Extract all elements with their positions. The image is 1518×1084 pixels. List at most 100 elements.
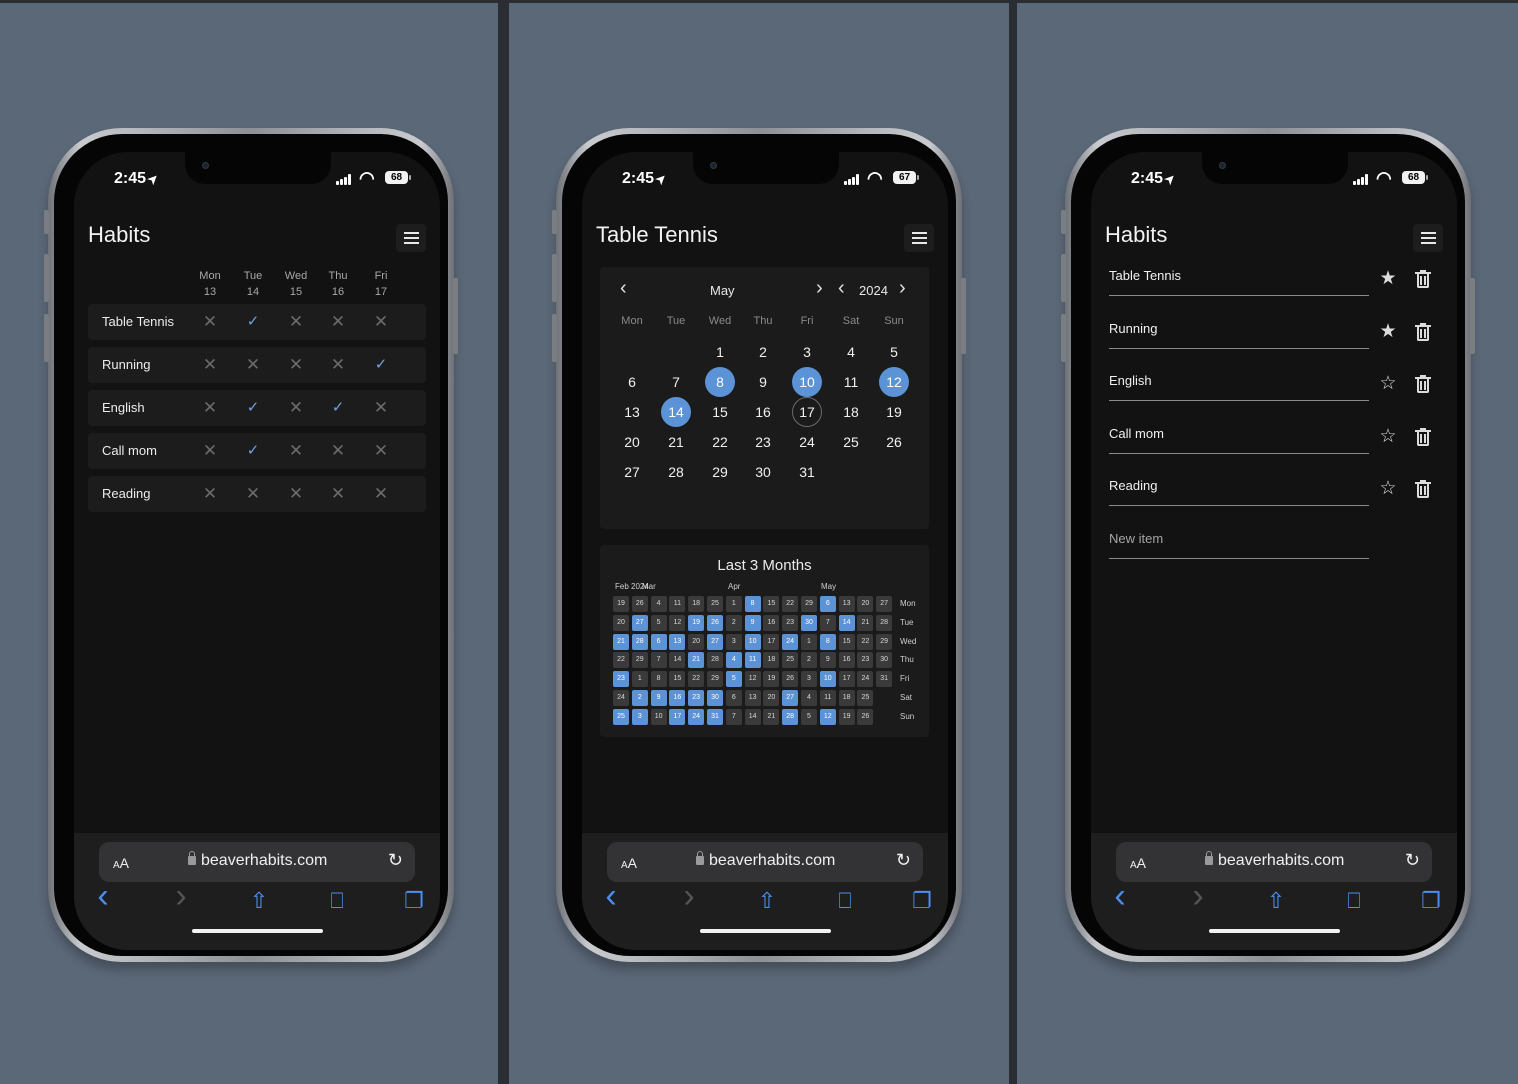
cross-icon[interactable]: ✕ — [286, 484, 306, 504]
calendar-day[interactable]: 18 — [836, 397, 866, 427]
calendar-day[interactable]: 14 — [661, 397, 691, 427]
reader-settings-button[interactable]: AA — [621, 855, 637, 871]
new-item-field[interactable]: New item — [1109, 529, 1369, 559]
heatmap-cell[interactable]: 20 — [688, 633, 705, 650]
address-bar[interactable]: AA beaverhabits.com ↻ — [99, 842, 415, 882]
trash-icon[interactable] — [1415, 322, 1431, 341]
heatmap-cell[interactable]: 1 — [725, 596, 742, 612]
heatmap-cell[interactable]: 18 — [838, 690, 855, 706]
cross-icon[interactable]: ✕ — [200, 312, 220, 332]
heatmap-cell[interactable]: 2 — [725, 614, 742, 631]
habit-name[interactable]: Call mom — [102, 443, 157, 458]
calendar-day[interactable]: 22 — [705, 427, 735, 457]
heatmap-cell[interactable]: 27 — [876, 596, 893, 612]
heatmap-cell[interactable]: 11 — [744, 652, 761, 669]
calendar-day[interactable]: 1 — [705, 337, 735, 367]
heatmap-cell[interactable]: 10 — [744, 633, 761, 650]
heatmap-cell[interactable]: 15 — [669, 671, 686, 688]
heatmap-cell[interactable]: 22 — [688, 671, 705, 688]
star-outline-icon[interactable]: ☆ — [1377, 426, 1399, 448]
cross-icon[interactable]: ✕ — [286, 355, 306, 375]
heatmap-cell[interactable]: 1 — [801, 633, 817, 650]
heatmap-cell[interactable]: 25 — [782, 652, 799, 669]
heatmap-cell[interactable]: 1 — [631, 671, 648, 688]
calendar-day[interactable]: 2 — [748, 337, 778, 367]
heatmap-cell[interactable]: 9 — [650, 690, 667, 706]
reload-icon[interactable]: ↻ — [896, 850, 911, 871]
heatmap-cell[interactable]: 13 — [838, 596, 855, 612]
heatmap-cell[interactable]: 8 — [819, 633, 836, 650]
heatmap-cell[interactable]: 19 — [688, 614, 705, 631]
heatmap-cell[interactable]: 23 — [782, 614, 799, 631]
heatmap-cell[interactable]: 19 — [613, 596, 629, 612]
back-icon[interactable]: ‹ — [1105, 877, 1135, 916]
cross-icon[interactable]: ✕ — [371, 484, 391, 504]
heatmap-cell[interactable]: 12 — [669, 614, 686, 631]
reload-icon[interactable]: ↻ — [1405, 850, 1420, 871]
heatmap-cell[interactable]: 6 — [819, 596, 836, 612]
home-indicator[interactable] — [192, 929, 323, 933]
heatmap-cell[interactable]: 3 — [801, 671, 817, 688]
forward-icon[interactable]: › — [166, 877, 196, 916]
heatmap-cell[interactable]: 17 — [838, 671, 855, 688]
heatmap-cell[interactable]: 28 — [707, 652, 723, 669]
star-filled-icon[interactable]: ★ — [1377, 268, 1399, 290]
calendar-day[interactable]: 28 — [661, 457, 691, 487]
tabs-icon[interactable]: ❐ — [399, 888, 429, 914]
calendar-day[interactable]: 6 — [617, 367, 647, 397]
home-indicator[interactable] — [700, 929, 831, 933]
heatmap-cell[interactable]: 5 — [650, 614, 667, 631]
heatmap-cell[interactable]: 14 — [669, 652, 686, 669]
heatmap-cell[interactable]: 3 — [631, 708, 648, 725]
reader-settings-button[interactable]: AA — [1130, 855, 1146, 871]
heatmap-cell[interactable]: 14 — [744, 708, 761, 725]
calendar-day[interactable]: 21 — [661, 427, 691, 457]
heatmap-cell[interactable]: 21 — [763, 708, 780, 725]
cross-icon[interactable]: ✕ — [243, 355, 263, 375]
heatmap-cell[interactable]: 16 — [838, 652, 855, 669]
heatmap-cell[interactable]: 14 — [838, 614, 855, 631]
heatmap-cell[interactable]: 29 — [707, 671, 723, 688]
share-icon[interactable]: ⇧ — [752, 888, 782, 914]
heatmap-cell[interactable]: 22 — [782, 596, 799, 612]
heatmap-cell[interactable]: 18 — [688, 596, 705, 612]
heatmap-cell[interactable]: 4 — [650, 596, 667, 612]
star-outline-icon[interactable]: ☆ — [1377, 478, 1399, 500]
heatmap-cell[interactable]: 12 — [744, 671, 761, 688]
heatmap-cell[interactable]: 23 — [688, 690, 705, 706]
heatmap-cell[interactable]: 4 — [725, 652, 742, 669]
calendar-day[interactable]: 25 — [836, 427, 866, 457]
trash-icon[interactable] — [1415, 270, 1431, 288]
cross-icon[interactable]: ✕ — [286, 312, 306, 332]
cross-icon[interactable]: ✕ — [328, 312, 348, 332]
calendar-day[interactable]: 31 — [792, 457, 822, 487]
heatmap-cell[interactable]: 16 — [763, 614, 780, 631]
heatmap-cell[interactable]: 11 — [819, 690, 836, 706]
cross-icon[interactable]: ✕ — [286, 398, 306, 418]
heatmap-cell[interactable]: 20 — [613, 614, 629, 631]
heatmap-cell[interactable]: 2 — [631, 690, 648, 706]
heatmap-cell[interactable]: 10 — [650, 708, 667, 725]
heatmap-cell[interactable]: 23 — [857, 652, 874, 669]
heatmap-cell[interactable]: 11 — [669, 596, 686, 612]
heatmap-cell[interactable]: 27 — [782, 690, 799, 706]
heatmap-cell[interactable]: 7 — [725, 708, 742, 725]
cross-icon[interactable]: ✕ — [200, 484, 220, 504]
calendar-day[interactable]: 8 — [705, 367, 735, 397]
tabs-icon[interactable]: ❐ — [1416, 888, 1446, 914]
calendar-day[interactable]: 13 — [617, 397, 647, 427]
menu-icon[interactable] — [904, 224, 934, 252]
habit-name-field[interactable]: Reading — [1109, 476, 1369, 506]
reader-settings-button[interactable]: AA — [113, 855, 129, 871]
calendar-day[interactable]: 23 — [748, 427, 778, 457]
check-icon[interactable]: ✓ — [243, 398, 263, 418]
cross-icon[interactable]: ✕ — [328, 484, 348, 504]
heatmap-cell[interactable]: 24 — [857, 671, 874, 688]
check-icon[interactable]: ✓ — [243, 441, 263, 461]
heatmap-cell[interactable]: 15 — [763, 596, 780, 612]
calendar-day[interactable]: 29 — [705, 457, 735, 487]
heatmap-cell[interactable]: 19 — [838, 708, 855, 725]
calendar-day[interactable]: 17 — [792, 397, 822, 427]
menu-icon[interactable] — [396, 224, 426, 252]
heatmap-cell[interactable]: 26 — [857, 708, 874, 725]
